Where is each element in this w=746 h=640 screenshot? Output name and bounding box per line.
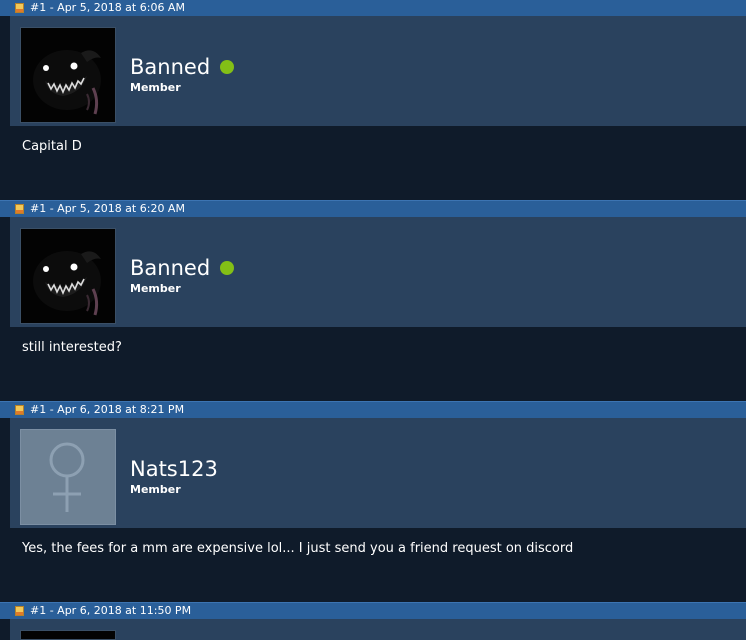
message-body: still interested? <box>10 327 746 393</box>
user-panel <box>10 619 746 640</box>
user-title: Member <box>130 282 181 295</box>
message-body: Capital D <box>10 126 746 192</box>
post-permalink[interactable]: #1 - Apr 5, 2018 at 6:20 AM <box>30 201 185 217</box>
message-text: still interested? <box>22 340 122 355</box>
post: #1 - Apr 5, 2018 at 6:20 AM Banned Membe… <box>0 200 746 396</box>
username[interactable]: Banned <box>130 54 210 80</box>
post: #1 - Apr 6, 2018 at 8:21 PM Nats123 Memb… <box>0 401 746 597</box>
post: #1 - Apr 6, 2018 at 11:50 PM <box>0 602 746 640</box>
post-header: #1 - Apr 5, 2018 at 6:06 AM <box>0 0 746 16</box>
post-header: #1 - Apr 6, 2018 at 8:21 PM <box>0 401 746 418</box>
username[interactable]: Banned <box>130 255 210 281</box>
username[interactable]: Nats123 <box>130 456 218 482</box>
user-title: Member <box>130 81 181 94</box>
post-header: #1 - Apr 5, 2018 at 6:20 AM <box>0 200 746 217</box>
dark-monster-grin-avatar-icon <box>33 50 101 115</box>
user-panel: Nats123 Member <box>10 418 746 528</box>
user-panel: Banned Member <box>10 16 746 126</box>
avatar[interactable] <box>20 630 116 640</box>
post-permalink[interactable]: #1 - Apr 6, 2018 at 11:50 PM <box>30 603 191 619</box>
message-text: Yes, the fees for a mm are expensive lol… <box>22 541 574 556</box>
user-panel: Banned Member <box>10 217 746 327</box>
post-list: #1 - Apr 5, 2018 at 6:06 AM Banned Membe… <box>0 0 746 640</box>
post-icon <box>15 405 24 415</box>
post-header: #1 - Apr 6, 2018 at 11:50 PM <box>0 602 746 619</box>
online-status-icon <box>220 60 234 74</box>
post-icon <box>15 3 24 13</box>
user-title: Member <box>130 483 181 496</box>
post-permalink[interactable]: #1 - Apr 5, 2018 at 6:06 AM <box>30 0 185 16</box>
message-text: Capital D <box>22 139 82 154</box>
dark-monster-grin-avatar-icon <box>33 251 101 316</box>
avatar[interactable] <box>20 27 116 123</box>
post-permalink[interactable]: #1 - Apr 6, 2018 at 8:21 PM <box>30 402 184 418</box>
post-icon <box>15 204 24 214</box>
avatar[interactable] <box>20 228 116 324</box>
post-icon <box>15 606 24 616</box>
avatar[interactable] <box>20 429 116 525</box>
message-body: Yes, the fees for a mm are expensive lol… <box>10 528 746 594</box>
female-symbol-default-avatar-icon <box>49 442 85 512</box>
online-status-icon <box>220 261 234 275</box>
post: #1 - Apr 5, 2018 at 6:06 AM Banned Membe… <box>0 0 746 195</box>
